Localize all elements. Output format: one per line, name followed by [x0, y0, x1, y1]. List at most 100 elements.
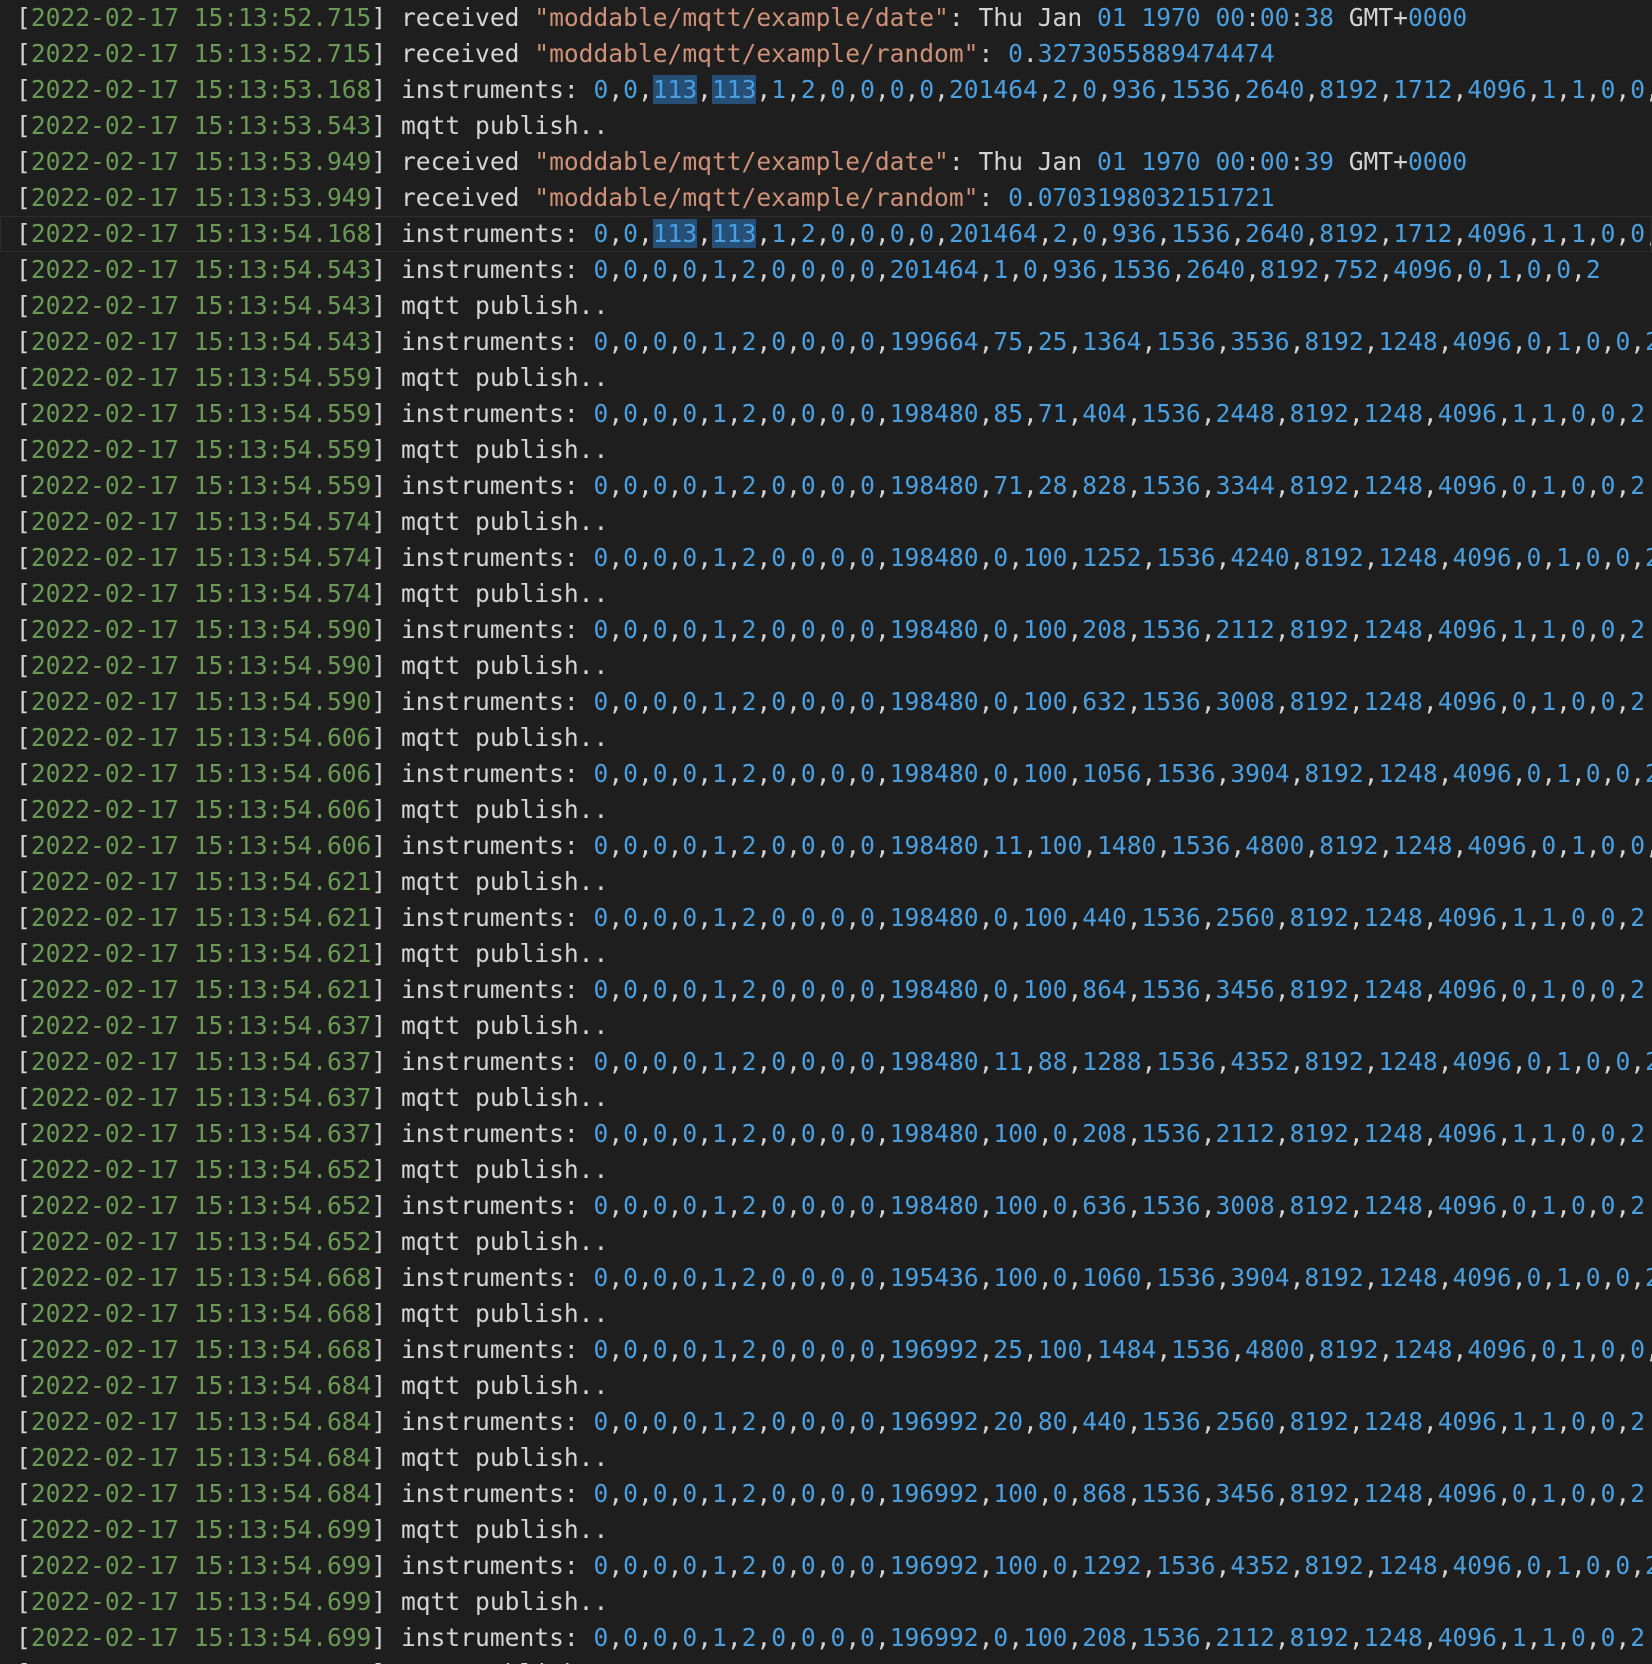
number-token: 0: [860, 327, 875, 356]
number-token: 0: [830, 399, 846, 428]
number-token: 198480: [889, 831, 979, 860]
log-timestamp: 2022-02-17 15:13:54.684: [30, 1371, 372, 1400]
number-token: 1248: [1363, 903, 1423, 932]
number-token: 636: [1082, 1191, 1127, 1220]
number-token: 1: [1556, 1263, 1571, 1292]
instruments-label: instruments:: [401, 1191, 594, 1220]
number-token: 0: [800, 903, 816, 932]
publish-message: mqtt publish..: [401, 939, 609, 968]
timestamp-bracket: ]: [371, 507, 401, 536]
number-token: 0: [593, 759, 609, 788]
number-token: 4352: [1230, 1047, 1290, 1076]
number-token: 4096: [1452, 543, 1512, 572]
number-token: 01: [1096, 3, 1127, 32]
number-token: 195436: [889, 1263, 979, 1292]
number-token: 936: [1052, 255, 1098, 284]
message-value: 0.0703198032151721: [1008, 183, 1275, 212]
number-token: 01: [1096, 147, 1127, 176]
number-token: 196992: [889, 1335, 979, 1364]
number-token: 0: [830, 219, 846, 248]
number-token: 1: [1556, 543, 1571, 572]
number-token: 2640: [1245, 219, 1305, 248]
number-token: 0: [830, 1623, 846, 1652]
number-token: 0: [1526, 327, 1542, 356]
number-token: 0: [682, 471, 698, 500]
number-token: 0: [682, 1335, 698, 1364]
number-token: 1364: [1082, 327, 1142, 356]
number-token: 0: [1571, 1407, 1586, 1436]
number-token: 0: [1526, 1551, 1542, 1580]
number-token: 1248: [1363, 1191, 1423, 1220]
timestamp-bracket: [: [16, 1587, 31, 1616]
number-token: 0: [1571, 471, 1586, 500]
log-timestamp: 2022-02-17 15:13:54.606: [30, 831, 372, 860]
timestamp-bracket: ]: [371, 795, 401, 824]
number-token: 1248: [1378, 759, 1438, 788]
number-token: 1: [1541, 219, 1557, 248]
log-timestamp: 2022-02-17 15:13:54.543: [30, 327, 372, 356]
timestamp-bracket: ]: [371, 1515, 401, 1544]
number-token: 0: [1541, 831, 1557, 860]
number-token: 1536: [1156, 759, 1216, 788]
timestamp-bracket: [: [16, 795, 31, 824]
number-token: 0: [1052, 1551, 1068, 1580]
number-token: 1056: [1082, 759, 1142, 788]
number-token: 1248: [1363, 975, 1423, 1004]
number-token: 1536: [1111, 255, 1172, 284]
number-token: 100: [1023, 759, 1068, 788]
number-token: 1: [1511, 903, 1527, 932]
number-token: 1: [712, 1479, 727, 1508]
timestamp-bracket: ]: [371, 1659, 401, 1664]
log-line: [2022-02-17 15:13:54.168] instruments: 0…: [0, 216, 1652, 252]
number-token: 0: [830, 1551, 846, 1580]
instruments-values: 0,0,0,0,1,2,0,0,0,0,198480,0,100,1252,15…: [594, 543, 1652, 572]
number-token: 0: [830, 903, 846, 932]
number-token: 0: [1600, 903, 1616, 932]
number-token: 198480: [889, 759, 979, 788]
number-token: 3344: [1215, 471, 1275, 500]
number-token: 0: [830, 1407, 846, 1436]
number-token: 1: [993, 255, 1009, 284]
log-timestamp: 2022-02-17 15:13:53.543: [30, 111, 372, 140]
publish-message: mqtt publish..: [401, 1371, 609, 1400]
instruments-label: instruments:: [401, 687, 594, 716]
number-token: 0: [1052, 1119, 1068, 1148]
log-line: [2022-02-17 15:13:54.699] instruments: 0…: [0, 1620, 1652, 1656]
number-token: 0: [652, 831, 668, 860]
number-token: 0: [771, 831, 787, 860]
number-token: 75: [993, 327, 1024, 356]
timestamp-bracket: ]: [371, 651, 401, 680]
number-token: 0: [1600, 1191, 1616, 1220]
timestamp-bracket: [: [16, 1083, 31, 1112]
number-token: 0: [860, 759, 875, 788]
log-timestamp: 2022-02-17 15:13:54.606: [30, 759, 372, 788]
timestamp-bracket: [: [16, 1047, 31, 1076]
number-token: 0: [593, 1551, 609, 1580]
number-token: 198480: [889, 615, 979, 644]
log-line: [2022-02-17 15:13:54.559] instruments: 0…: [0, 396, 1652, 432]
number-token: 71: [1037, 399, 1068, 428]
number-token: 1248: [1393, 1335, 1453, 1364]
number-token: 0: [1600, 1407, 1616, 1436]
number-token: 0: [830, 1191, 846, 1220]
number-token: 2: [1630, 1479, 1646, 1508]
number-token: 1: [712, 1191, 727, 1220]
log-line: [2022-02-17 15:13:54.637] mqtt publish..: [0, 1080, 1652, 1116]
number-token: 3904: [1230, 759, 1290, 788]
instruments-label: instruments:: [401, 1119, 594, 1148]
number-token: 0: [1570, 1119, 1586, 1148]
terminal-output[interactable]: [2022-02-17 15:13:52.715] received "modd…: [0, 0, 1652, 1664]
timestamp-bracket: [: [16, 111, 31, 140]
number-token: 0: [652, 1623, 668, 1652]
number-token: 0: [860, 1263, 875, 1292]
number-token: 0: [1615, 759, 1631, 788]
number-token: 100: [1023, 615, 1068, 644]
number-token: 0: [682, 615, 698, 644]
number-token: 0: [860, 975, 875, 1004]
log-line: [2022-02-17 15:13:54.543] mqtt publish..: [0, 288, 1652, 324]
number-token: 0: [1600, 1623, 1616, 1652]
timestamp-bracket: ]: [371, 1335, 401, 1364]
number-token: 1248: [1378, 1551, 1438, 1580]
timestamp-bracket: [: [16, 939, 31, 968]
number-token: 0: [771, 327, 787, 356]
